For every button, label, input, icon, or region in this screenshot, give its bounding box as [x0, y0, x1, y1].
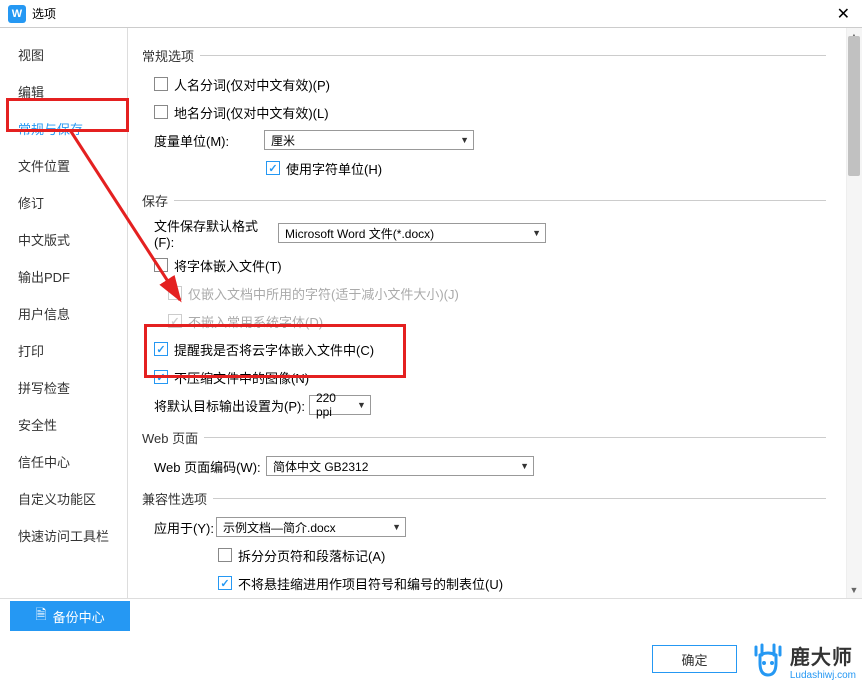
- checkbox-embed-used-only: [168, 286, 182, 300]
- chevron-down-icon: ▼: [532, 228, 541, 238]
- combo-web-encoding[interactable]: 简体中文 GB2312▼: [266, 456, 534, 476]
- sidebar-item-customize-ribbon[interactable]: 自定义功能区: [0, 480, 127, 517]
- sidebar-item-revision[interactable]: 修订: [0, 184, 127, 221]
- scrollbar[interactable]: ▲ ▼: [846, 28, 862, 598]
- sidebar-item-user-info[interactable]: 用户信息: [0, 295, 127, 332]
- sidebar-item-output-pdf[interactable]: 输出PDF: [0, 258, 127, 295]
- sidebar-item-quick-access[interactable]: 快速访问工具栏: [0, 517, 127, 554]
- section-web: Web 页面: [142, 428, 826, 447]
- label-char-unit: 使用字符单位(H): [286, 159, 382, 178]
- app-icon: W: [8, 5, 26, 23]
- label-default-output: 将默认目标输出设置为(P):: [154, 396, 305, 415]
- checkbox-no-embed-system: [168, 314, 182, 328]
- label-no-embed-system: 不嵌入常用系统字体(D): [188, 312, 323, 331]
- label-embed-used-only: 仅嵌入文档中所用的字符(适于减小文件大小)(J): [188, 284, 459, 303]
- label-split-page: 拆分分页符和段落标记(A): [238, 546, 385, 565]
- scroll-down-icon[interactable]: ▼: [848, 584, 860, 596]
- checkbox-place-segment[interactable]: [154, 105, 168, 119]
- checkbox-embed-fonts[interactable]: [154, 258, 168, 272]
- sidebar-item-security[interactable]: 安全性: [0, 406, 127, 443]
- sidebar-item-view[interactable]: 视图: [0, 36, 127, 73]
- label-apply-to: 应用于(Y):: [154, 518, 216, 537]
- checkbox-split-page[interactable]: [218, 548, 232, 562]
- label-unit: 度量单位(M):: [154, 131, 264, 150]
- label-place-segment: 地名分词(仅对中文有效)(L): [174, 103, 329, 122]
- footer: 🗎 备份中心 确定: [0, 598, 862, 683]
- label-default-format: 文件保存默认格式(F):: [154, 216, 278, 250]
- sidebar-item-print[interactable]: 打印: [0, 332, 127, 369]
- sidebar-item-file-location[interactable]: 文件位置: [0, 147, 127, 184]
- sidebar: 视图 编辑 常规与保存 文件位置 修订 中文版式 输出PDF 用户信息 打印 拼…: [0, 28, 128, 598]
- section-save: 保存: [142, 191, 826, 210]
- backup-center-button[interactable]: 🗎 备份中心: [10, 601, 130, 631]
- watermark-url: Ludashiwj.com: [790, 670, 856, 681]
- content-pane: 常规选项 人名分词(仅对中文有效)(P) 地名分词(仅对中文有效)(L) 度量单…: [128, 28, 862, 598]
- sidebar-item-chinese-layout[interactable]: 中文版式: [0, 221, 127, 258]
- label-name-segment: 人名分词(仅对中文有效)(P): [174, 75, 330, 94]
- checkbox-no-compress-img[interactable]: [154, 370, 168, 384]
- window-title: 选项: [32, 5, 833, 22]
- label-remind-cloud-font: 提醒我是否将云字体嵌入文件中(C): [174, 340, 374, 359]
- checkbox-char-unit[interactable]: [266, 161, 280, 175]
- ok-button[interactable]: 确定: [652, 645, 737, 673]
- scroll-thumb[interactable]: [848, 36, 860, 176]
- label-no-hang-indent: 不将悬挂缩进用作项目符号和编号的制表位(U): [238, 574, 503, 593]
- checkbox-no-hang-indent[interactable]: [218, 576, 232, 590]
- sidebar-item-edit[interactable]: 编辑: [0, 73, 127, 110]
- close-button[interactable]: ✕: [833, 4, 854, 24]
- watermark: 鹿大师 Ludashiwj.com: [748, 641, 856, 681]
- sidebar-item-trust-center[interactable]: 信任中心: [0, 443, 127, 480]
- combo-default-format[interactable]: Microsoft Word 文件(*.docx)▼: [278, 223, 546, 243]
- backup-icon: 🗎: [35, 604, 46, 628]
- label-embed-fonts: 将字体嵌入文件(T): [174, 256, 282, 275]
- label-web-encoding: Web 页面编码(W):: [154, 457, 266, 476]
- chevron-down-icon: ▼: [460, 135, 469, 145]
- sidebar-item-general-save[interactable]: 常规与保存: [0, 110, 127, 147]
- sidebar-item-spellcheck[interactable]: 拼写检查: [0, 369, 127, 406]
- chevron-down-icon: ▼: [392, 522, 401, 532]
- chevron-down-icon: ▼: [357, 400, 366, 410]
- combo-unit[interactable]: 厘米▼: [264, 130, 474, 150]
- checkbox-remind-cloud-font[interactable]: [154, 342, 168, 356]
- checkbox-name-segment[interactable]: [154, 77, 168, 91]
- section-compat: 兼容性选项: [142, 489, 826, 508]
- label-no-compress-img: 不压缩文件中的图像(N): [174, 368, 309, 387]
- combo-apply-to[interactable]: 示例文档—简介.docx▼: [216, 517, 406, 537]
- section-general: 常规选项: [142, 46, 826, 65]
- combo-default-output[interactable]: 220 ppi▼: [309, 395, 371, 415]
- chevron-down-icon: ▼: [520, 461, 529, 471]
- watermark-text: 鹿大师: [790, 641, 856, 670]
- deer-icon: [748, 641, 788, 681]
